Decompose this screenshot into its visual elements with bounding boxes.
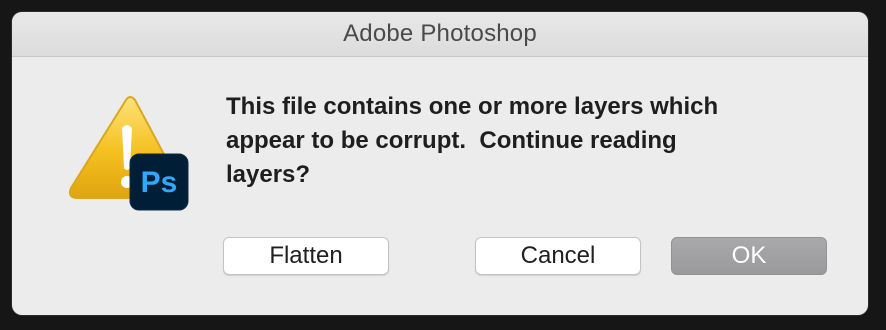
photoshop-badge-text: Ps — [141, 166, 178, 199]
alert-icon: Ps — [64, 94, 204, 224]
alert-message: This file contains one or more layers wh… — [226, 93, 719, 188]
dialog-title: Adobe Photoshop — [343, 20, 537, 47]
flatten-button[interactable]: Flatten — [223, 237, 389, 275]
ok-button[interactable]: OK — [671, 237, 827, 275]
alert-dialog: Adobe Photoshop Ps This file contains on… — [12, 12, 868, 315]
title-bar[interactable]: Adobe Photoshop — [12, 12, 868, 57]
photoshop-app-icon: Ps — [129, 153, 189, 211]
warning-triangle-icon: Ps — [68, 96, 189, 211]
cancel-button[interactable]: Cancel — [475, 237, 641, 275]
